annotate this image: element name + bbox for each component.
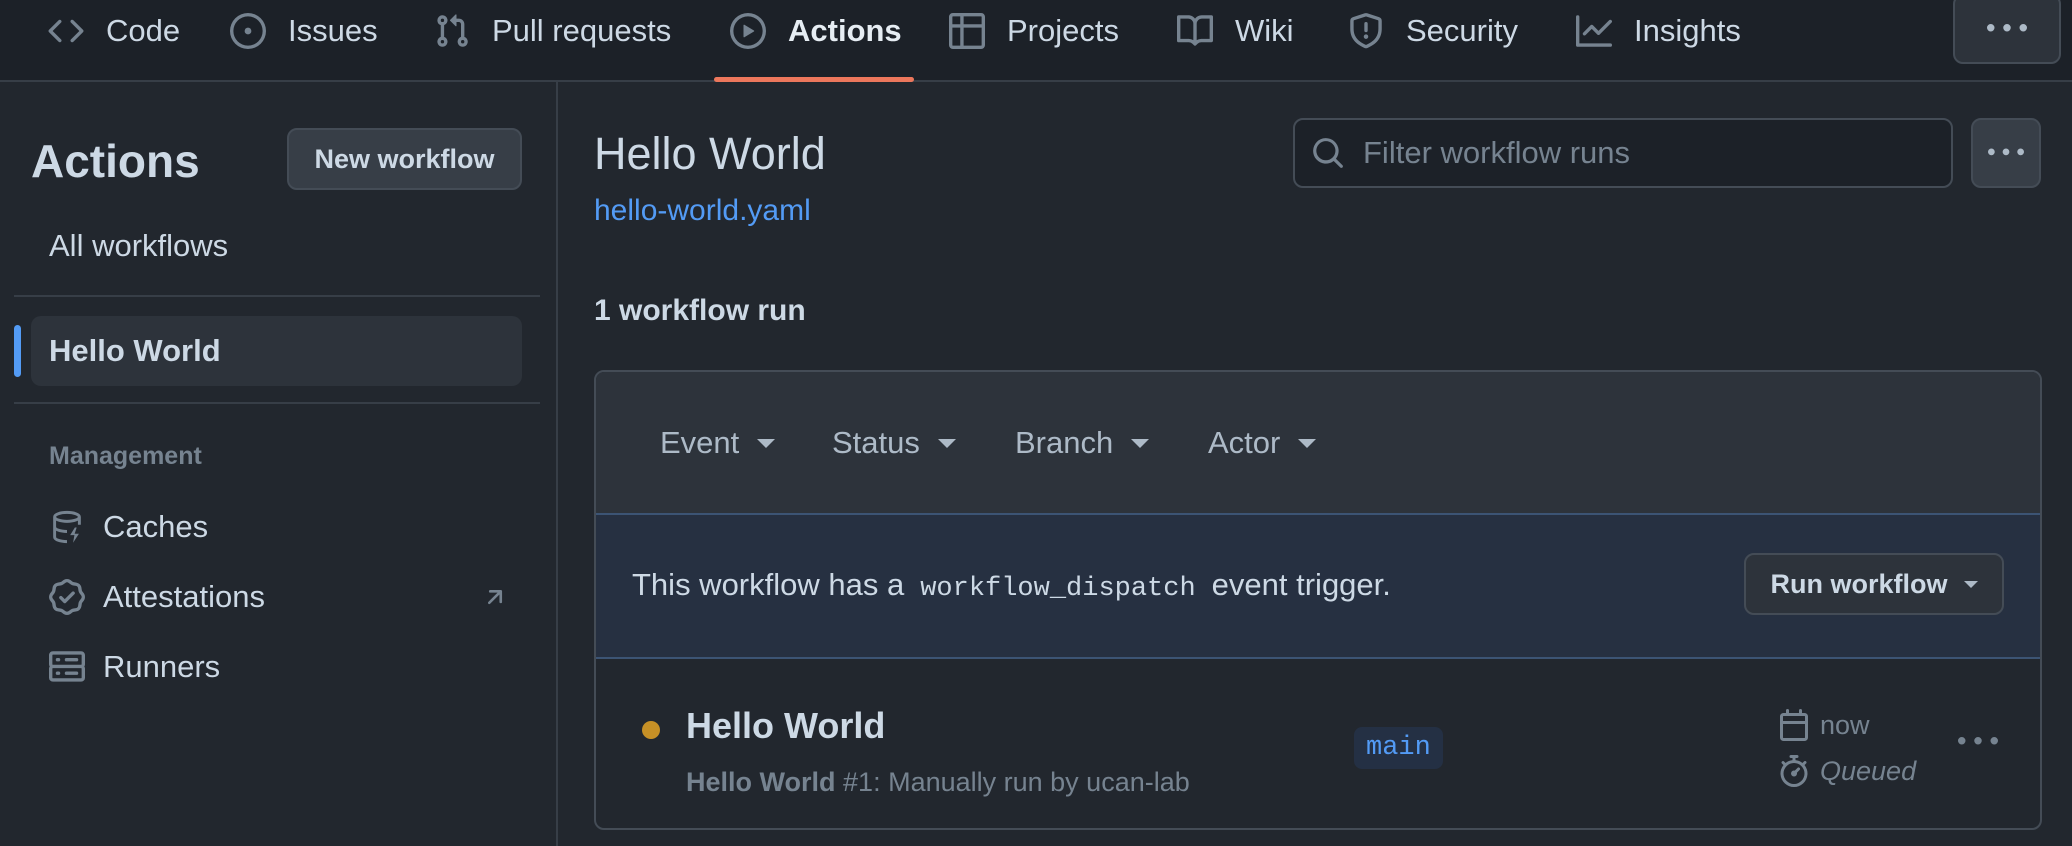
git-pull-request-icon — [437, 14, 468, 47]
shield-icon — [1350, 13, 1382, 49]
kebab-horizontal-icon — [1987, 24, 2027, 32]
workflow-runs-box: Event Status Branch Actor This workflow … — [594, 370, 2042, 830]
sidebar-item-all-workflows[interactable]: All workflows — [31, 211, 522, 281]
sidebar-item-runners[interactable]: Runners — [49, 642, 509, 692]
tab-pull-requests[interactable]: Pull requests — [434, 0, 671, 80]
run-subtitle: Hello World #1: Manually run by ucan-lab — [686, 767, 1190, 798]
dispatch-message: This workflow has a workflow_dispatch ev… — [632, 567, 1391, 604]
dispatch-event-code: workflow_dispatch — [920, 574, 1196, 604]
sidebar-item-label: Attestations — [103, 579, 265, 614]
search-icon — [1313, 138, 1343, 168]
caret-down-icon — [1298, 438, 1317, 448]
run-workflow-button[interactable]: Run workflow — [1744, 553, 2004, 615]
dropdown-label: Branch — [1015, 425, 1114, 460]
run-status-label: Queued — [1820, 755, 1917, 786]
tab-label: Projects — [1007, 13, 1119, 48]
calendar-icon — [1780, 709, 1808, 741]
code-icon — [48, 19, 84, 43]
workflow-run-count: 1 workflow run — [594, 294, 806, 327]
tab-label: Issues — [288, 13, 378, 48]
dispatch-suffix: event trigger. — [1211, 567, 1391, 602]
new-workflow-button[interactable]: New workflow — [287, 128, 522, 190]
workflow-dispatch-banner: This workflow has a workflow_dispatch ev… — [596, 513, 2040, 659]
tab-label: Wiki — [1235, 13, 1294, 48]
sidebar-item-label: All workflows — [49, 228, 229, 263]
arrow-up-right-icon — [487, 590, 503, 605]
tab-label: Actions — [788, 13, 902, 48]
run-title[interactable]: Hello World — [686, 705, 885, 747]
play-icon — [730, 13, 766, 49]
repo-nav: Code Issues Pull requests Actions Projec… — [0, 0, 2072, 82]
book-icon — [1177, 15, 1213, 46]
workflow-file-link[interactable]: hello-world.yaml — [594, 194, 811, 228]
tab-code[interactable]: Code — [48, 0, 180, 80]
search-input[interactable] — [1363, 135, 1923, 171]
kebab-horizontal-icon — [1958, 737, 1998, 745]
event-filter-dropdown[interactable]: Event — [660, 425, 776, 461]
dropdown-label: Event — [660, 425, 740, 460]
dropdown-label: Actor — [1208, 425, 1281, 460]
sidebar-item-hello-world[interactable]: Hello World — [31, 316, 522, 386]
selected-indicator — [14, 325, 21, 377]
run-filters-row: Event Status Branch Actor — [596, 372, 2040, 513]
sidebar-item-attestations[interactable]: Attestations — [49, 572, 509, 622]
active-tab-underline — [714, 77, 914, 82]
filter-workflow-runs — [1293, 118, 1953, 188]
actions-sidebar: Actions New workflow All workflows Hello… — [0, 82, 558, 846]
dropdown-label: Status — [832, 425, 920, 460]
run-description: : Manually run by ucan-lab — [873, 767, 1190, 797]
sidebar-title: Actions — [31, 135, 200, 187]
stopwatch-icon — [1780, 755, 1808, 787]
run-workflow-label: Run workflow — [1770, 568, 1948, 599]
run-time-label: now — [1820, 709, 1870, 740]
caret-down-icon — [937, 438, 956, 448]
branch-badge[interactable]: main — [1354, 727, 1443, 769]
management-heading: Management — [49, 442, 202, 470]
kebab-horizontal-icon — [1988, 148, 2024, 156]
workflow-options-button[interactable] — [1971, 118, 2041, 188]
run-options-button[interactable] — [1956, 727, 2000, 757]
tab-actions[interactable]: Actions — [730, 0, 902, 80]
sidebar-item-label: Caches — [103, 509, 209, 544]
tab-insights[interactable]: Insights — [1576, 0, 1741, 80]
tab-security[interactable]: Security — [1348, 0, 1518, 80]
sidebar-divider — [14, 295, 540, 297]
branch-filter-dropdown[interactable]: Branch — [1015, 425, 1150, 461]
tab-label: Insights — [1634, 13, 1741, 48]
tab-label: Security — [1406, 13, 1518, 48]
dispatch-prefix: This workflow has a — [632, 567, 905, 602]
caret-down-icon — [1131, 438, 1150, 448]
table-icon — [949, 13, 985, 49]
sidebar-divider — [14, 402, 540, 404]
status-filter-dropdown[interactable]: Status — [832, 425, 956, 461]
database-icon — [53, 510, 81, 544]
tab-label: Code — [106, 13, 181, 48]
tab-issues[interactable]: Issues — [230, 0, 378, 80]
run-duration: Queued — [1778, 755, 1916, 787]
run-number: #1 — [843, 767, 874, 797]
server-icon — [49, 651, 85, 682]
caret-down-icon — [1963, 580, 1978, 588]
tab-wiki[interactable]: Wiki — [1177, 0, 1294, 80]
graph-icon — [1576, 15, 1612, 47]
run-workflow-name: Hello World — [686, 767, 836, 797]
run-time: now — [1778, 709, 1870, 741]
tab-label: Pull requests — [492, 13, 672, 48]
issue-opened-icon — [230, 13, 266, 49]
sidebar-item-label: Runners — [103, 649, 221, 684]
queued-status-dot — [642, 721, 660, 739]
actor-filter-dropdown[interactable]: Actor — [1208, 425, 1317, 461]
sidebar-item-label: Hello World — [49, 333, 221, 368]
workflow-run-row[interactable]: Hello World Hello World #1: Manually run… — [596, 659, 2040, 828]
tab-projects[interactable]: Projects — [949, 0, 1119, 80]
repo-nav-more-button[interactable] — [1953, 0, 2061, 64]
caret-down-icon — [757, 438, 776, 448]
verified-icon — [49, 579, 85, 615]
sidebar-item-caches[interactable]: Caches — [49, 502, 509, 552]
workflow-title: Hello World — [594, 128, 826, 179]
